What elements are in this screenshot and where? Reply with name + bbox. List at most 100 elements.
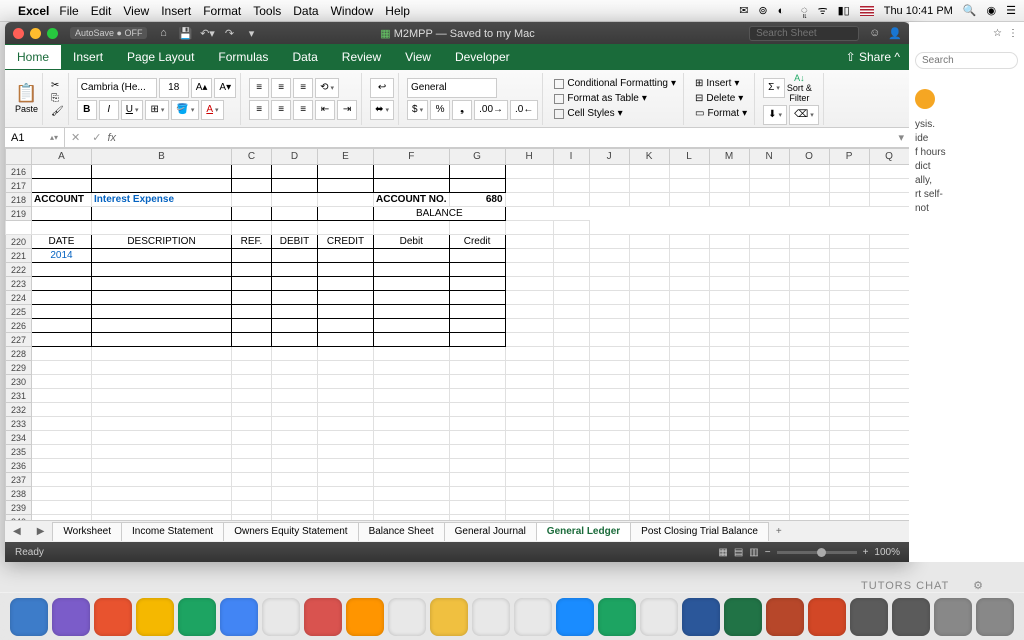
conditional-formatting-button[interactable]: Conditional Formatting ▾ — [551, 77, 679, 90]
cell[interactable] — [629, 515, 669, 521]
cell[interactable] — [749, 361, 789, 375]
dock-app-icon[interactable] — [976, 598, 1014, 636]
cell[interactable] — [272, 165, 318, 179]
cell[interactable]: DEBIT — [272, 235, 318, 249]
sort-filter-button[interactable]: A↓Sort &Filter — [787, 73, 812, 103]
cell[interactable] — [318, 193, 374, 207]
cell[interactable] — [749, 375, 789, 389]
account-icon[interactable]: 👤 — [888, 27, 902, 40]
zoom-level[interactable]: 100% — [874, 547, 900, 558]
cell[interactable] — [32, 305, 92, 319]
cell[interactable] — [449, 305, 505, 319]
row-header[interactable]: 226 — [6, 319, 32, 333]
minimize-icon[interactable] — [30, 28, 41, 39]
cell[interactable] — [374, 515, 450, 521]
cell[interactable] — [629, 263, 669, 277]
cell[interactable] — [789, 235, 829, 249]
dock-app-icon[interactable] — [52, 598, 90, 636]
cell[interactable] — [589, 375, 629, 389]
more-icon[interactable]: ⋮ — [1008, 28, 1018, 39]
cell[interactable] — [709, 473, 749, 487]
cell[interactable] — [629, 473, 669, 487]
cell[interactable] — [709, 277, 749, 291]
cell[interactable] — [829, 291, 869, 305]
format-painter-icon[interactable]: 🖌 — [51, 106, 64, 117]
cell[interactable] — [318, 305, 374, 319]
sheet-tab[interactable]: Worksheet — [52, 522, 122, 541]
cell[interactable]: ACCOUNT — [32, 193, 92, 207]
dock-app-icon[interactable] — [388, 598, 426, 636]
align-middle-button[interactable]: ≡ — [271, 78, 291, 98]
cell[interactable] — [869, 235, 909, 249]
cell[interactable] — [92, 445, 232, 459]
cell[interactable] — [553, 375, 589, 389]
cell[interactable] — [553, 389, 589, 403]
currency-button[interactable]: $ — [407, 100, 428, 120]
cell[interactable] — [505, 221, 553, 235]
cell[interactable] — [829, 445, 869, 459]
cell[interactable] — [449, 473, 505, 487]
cell[interactable] — [589, 501, 629, 515]
menu-tools[interactable]: Tools — [253, 4, 281, 18]
cell[interactable] — [232, 459, 272, 473]
cell[interactable] — [449, 515, 505, 521]
cell[interactable] — [789, 249, 829, 263]
cell[interactable] — [32, 431, 92, 445]
cell[interactable] — [32, 347, 92, 361]
cell[interactable] — [32, 333, 92, 347]
cell[interactable] — [629, 501, 669, 515]
cell[interactable] — [374, 165, 450, 179]
cell[interactable] — [669, 235, 709, 249]
row-header[interactable]: 238 — [6, 487, 32, 501]
cell[interactable] — [749, 165, 789, 179]
cell[interactable] — [374, 179, 450, 193]
cell[interactable] — [374, 403, 450, 417]
col-header[interactable]: K — [629, 149, 669, 165]
cell[interactable] — [92, 403, 232, 417]
align-right-button[interactable]: ≡ — [293, 100, 313, 120]
cell[interactable] — [449, 459, 505, 473]
cell[interactable] — [629, 389, 669, 403]
cell[interactable] — [629, 487, 669, 501]
font-size-select[interactable] — [159, 78, 189, 98]
cell[interactable] — [232, 417, 272, 431]
row-header[interactable]: 236 — [6, 459, 32, 473]
align-top-button[interactable]: ≡ — [249, 78, 269, 98]
cell[interactable] — [232, 221, 272, 235]
cell[interactable] — [6, 221, 32, 235]
cell[interactable] — [869, 263, 909, 277]
cell[interactable] — [829, 193, 869, 207]
tab-page-layout[interactable]: Page Layout — [115, 45, 206, 69]
cell[interactable] — [829, 431, 869, 445]
paste-button[interactable]: 📋 Paste — [11, 73, 43, 125]
cell[interactable] — [869, 459, 909, 473]
cell[interactable] — [318, 263, 374, 277]
cell[interactable] — [272, 221, 318, 235]
row-header[interactable]: 225 — [6, 305, 32, 319]
cell[interactable] — [272, 473, 318, 487]
cell[interactable] — [449, 403, 505, 417]
cell[interactable] — [709, 263, 749, 277]
cell[interactable] — [449, 319, 505, 333]
cell[interactable] — [505, 473, 553, 487]
zoom-in-button[interactable]: + — [863, 547, 869, 558]
menu-insert[interactable]: Insert — [161, 4, 191, 18]
cell[interactable] — [749, 291, 789, 305]
cell[interactable] — [553, 291, 589, 305]
row-header[interactable]: 228 — [6, 347, 32, 361]
cell[interactable] — [318, 501, 374, 515]
cell[interactable] — [318, 221, 374, 235]
dock-app-icon[interactable] — [262, 598, 300, 636]
sheet-tab[interactable]: General Ledger — [536, 522, 631, 541]
cell[interactable] — [789, 501, 829, 515]
cell[interactable] — [553, 347, 589, 361]
cell[interactable] — [374, 501, 450, 515]
cell[interactable] — [272, 207, 318, 221]
cell[interactable] — [505, 417, 553, 431]
search-sheet-input[interactable] — [749, 26, 859, 41]
cell[interactable]: 2014 — [32, 249, 92, 263]
wifi-icon[interactable]: �ူ — [794, 3, 807, 19]
cell[interactable] — [589, 487, 629, 501]
cell[interactable] — [318, 165, 374, 179]
dock-app-icon[interactable] — [640, 598, 678, 636]
